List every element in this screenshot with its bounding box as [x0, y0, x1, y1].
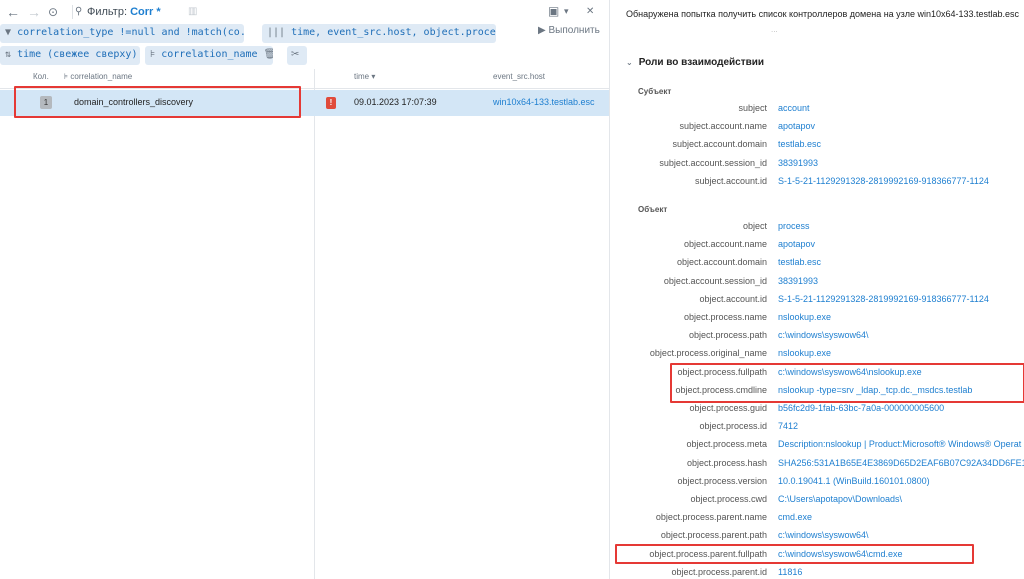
filter-expression: correlation_type !=null and !match(co...	[17, 27, 244, 38]
field-value[interactable]: SHA256:531A1B65E4E3869D65D2EAF6B07C92A34…	[778, 458, 1024, 468]
host-header[interactable]: event_src.host	[493, 72, 545, 81]
chart-icon[interactable]: ▥	[188, 6, 197, 17]
field-value[interactable]: testlab.esc	[778, 257, 821, 267]
details-pane: Обнаружена попытка получить список контр…	[611, 0, 1024, 579]
field-key: subject.account.name	[679, 121, 767, 132]
column-icon: ⊧	[64, 72, 69, 81]
left-pane: ← → ⊙ ⚲ Фильтр: Corr * ▥ ▣ ▾ ✕ ▼ correla…	[0, 0, 610, 579]
group-chip[interactable]: ⊧ correlation_name 🗑	[145, 46, 273, 65]
field-key: object.process.guid	[689, 403, 767, 413]
field-key: subject.account.id	[694, 175, 767, 186]
highlight-box	[615, 544, 974, 564]
execute-label: Выполнить	[548, 25, 600, 36]
group-icon: ⊧	[150, 49, 156, 60]
field-value[interactable]: c:\windows\syswow64\	[778, 330, 869, 340]
subject-label: Субъект	[638, 87, 672, 96]
field-value[interactable]: 38391993	[778, 158, 818, 168]
toolbar: ← → ⊙ ⚲ Фильтр: Corr * ▥ ▣ ▾ ✕	[0, 0, 609, 24]
field-key: subject	[738, 103, 767, 113]
field-value[interactable]: 11816	[778, 567, 802, 577]
field-key: subject.account.domain	[672, 139, 767, 150]
field-value[interactable]: b56fc2d9-1fab-63bc-7a0a-000000005600	[778, 403, 944, 413]
name-header[interactable]: ⊧ correlation_name	[64, 72, 132, 81]
field-value[interactable]: testlab.esc	[778, 139, 821, 149]
sort-expression: time (свежее сверху)	[17, 49, 138, 60]
toolbar-divider	[72, 5, 73, 19]
time-cell[interactable]: 09.01.2023 17:07:39	[354, 97, 437, 107]
field-key: object.process.name	[683, 312, 767, 322]
field-key: object.process.parent.name	[655, 512, 767, 523]
execute-button[interactable]: ▶ Выполнить	[538, 25, 600, 36]
field-key: object.process.cwd	[690, 494, 767, 504]
close-icon[interactable]: ✕	[586, 6, 594, 17]
field-key: object.account.name	[683, 239, 767, 250]
more-icon[interactable]: ⊙	[48, 5, 58, 19]
highlight-box	[670, 363, 1024, 403]
table-divider	[314, 69, 315, 579]
faded-value: ...	[771, 25, 778, 34]
field-value[interactable]: nslookup.exe	[778, 348, 831, 358]
filter-prefix: Фильтр:	[87, 6, 128, 18]
host-cell[interactable]: win10x64-133.testlab.esc	[493, 97, 595, 107]
columns-expression: time, event_src.host, object.process...	[291, 27, 496, 38]
severity-icon: !	[326, 97, 336, 109]
time-header[interactable]: time ▾	[354, 72, 375, 81]
filter-name: Corr *	[130, 6, 161, 18]
field-value[interactable]: S-1-5-21-1129291328-2819992169-918366777…	[778, 294, 989, 304]
field-key: object.account.id	[699, 293, 767, 304]
field-value[interactable]: Description:nslookup | Product:Microsoft…	[778, 439, 1021, 449]
field-key: object.process.meta	[686, 439, 767, 450]
field-key: object.process.id	[699, 421, 767, 432]
field-key: object.account.session_id	[663, 275, 767, 286]
field-value[interactable]: apotapov	[778, 239, 815, 249]
field-value[interactable]: c:\windows\syswow64\	[778, 530, 869, 540]
field-key: object.process.parent.id	[671, 566, 767, 577]
filter-funnel-icon: ▼	[5, 27, 12, 38]
time-header-label: time	[354, 72, 370, 81]
sort-desc-icon: ▾	[371, 72, 376, 81]
back-arrow-icon[interactable]: ←	[6, 4, 20, 20]
filter-chip[interactable]: ▼ correlation_type !=null and !match(co.…	[0, 24, 244, 43]
forward-arrow-icon[interactable]: →	[27, 4, 41, 20]
columns-chip[interactable]: ||| time, event_src.host, object.process…	[262, 24, 496, 43]
chevron-down-icon: ⌄	[626, 58, 633, 67]
section-roles[interactable]: ⌄ Роли во взаимодействии	[626, 57, 764, 68]
name-header-label: correlation_name	[70, 72, 133, 81]
save-icon[interactable]: ▣	[548, 4, 559, 18]
count-header[interactable]: Кол.	[33, 72, 49, 81]
field-value[interactable]: process	[778, 221, 810, 231]
field-value[interactable]: C:\Users\apotapov\Downloads\	[778, 494, 902, 504]
trash-icon[interactable]: 🗑	[264, 49, 273, 60]
filter-label[interactable]: Фильтр: Corr *	[87, 6, 161, 18]
field-key: object.process.hash	[686, 457, 767, 468]
field-key: object.process.version	[677, 475, 767, 486]
sort-chip[interactable]: ⇅ time (свежее сверху)	[0, 46, 140, 65]
field-key: object.process.original_name	[649, 348, 767, 359]
field-value[interactable]: cmd.exe	[778, 512, 812, 522]
field-value[interactable]: nslookup.exe	[778, 312, 831, 322]
field-value[interactable]: account	[778, 103, 810, 113]
field-key: subject.account.session_id	[659, 157, 767, 168]
field-value[interactable]: 7412	[778, 421, 798, 431]
field-value[interactable]: S-1-5-21-1129291328-2819992169-918366777…	[778, 176, 989, 186]
field-key: object.process.path	[688, 330, 767, 341]
field-value[interactable]: 10.0.19041.1 (WinBuild.160101.0800)	[778, 476, 930, 486]
sort-icon: ⇅	[5, 49, 12, 60]
scissors-icon[interactable]: ✂	[287, 46, 307, 65]
filter-icon: ⚲	[75, 6, 83, 17]
group-expression: correlation_name	[161, 49, 258, 60]
object-label: Объект	[638, 205, 668, 214]
field-key: object	[742, 221, 767, 231]
field-key: object.process.parent.path	[660, 530, 767, 541]
field-value[interactable]: apotapov	[778, 121, 815, 131]
play-icon: ▶	[538, 25, 546, 36]
details-title: Обнаружена попытка получить список контр…	[626, 9, 1020, 19]
columns-icon: |||	[267, 27, 286, 38]
chevron-down-icon[interactable]: ▾	[564, 6, 569, 17]
highlight-box	[14, 86, 301, 118]
section-title: Роли во взаимодействии	[638, 57, 765, 68]
field-key: object.account.domain	[676, 257, 767, 268]
field-value[interactable]: 38391993	[778, 276, 818, 286]
